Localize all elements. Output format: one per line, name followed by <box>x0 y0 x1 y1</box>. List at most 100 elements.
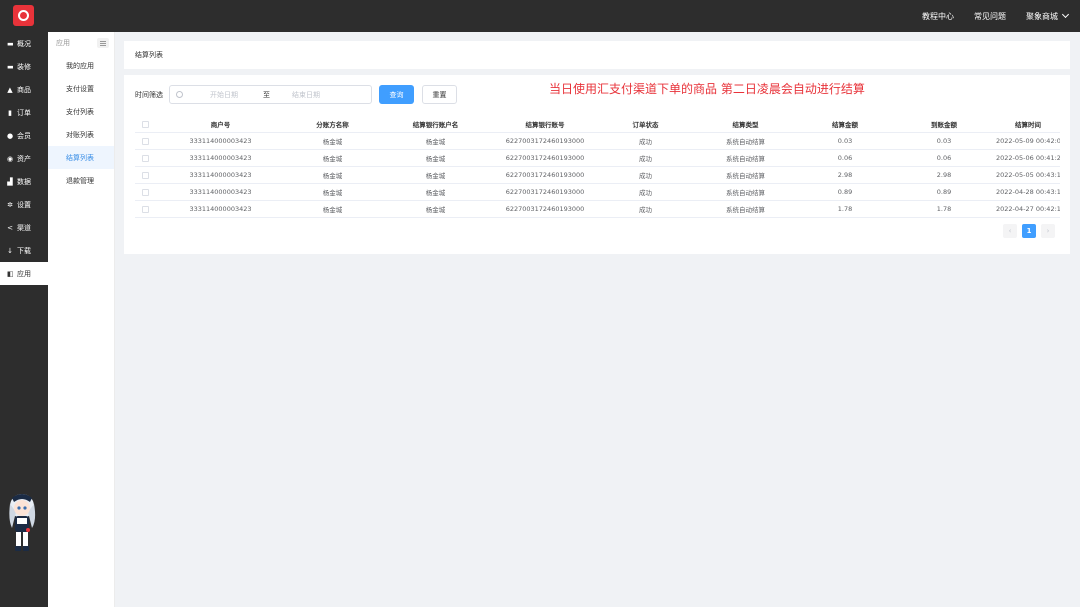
settlement-panel: 时间筛选 开始日期 至 结束日期 查询 重置 当日使用汇支付渠道下单的商品 第二… <box>124 75 1070 254</box>
row-checkbox[interactable] <box>135 154 155 162</box>
pagination: ‹ 1 › <box>1003 224 1055 238</box>
table-cell: 杨金城 <box>425 206 446 214</box>
table-cell: 2.98 <box>837 171 853 179</box>
sidebar-item-label: 订单 <box>17 108 31 117</box>
user-name: 聚象商城 <box>1026 11 1058 21</box>
subnav-item[interactable]: 支付设置 <box>48 77 114 100</box>
page-title: 结算列表 <box>135 51 163 59</box>
sidebar-item-label: 应用 <box>17 269 31 278</box>
user-icon: ● <box>7 131 14 140</box>
subnav-item[interactable]: 我的应用 <box>48 54 114 77</box>
top-links: 教程中心 常见问题 聚象商城 <box>922 0 1070 32</box>
sidebar-item[interactable]: ↓ 下载 <box>0 239 48 262</box>
table-cell: 杨金城 <box>425 155 446 163</box>
next-page-button[interactable]: › <box>1041 224 1055 238</box>
table-cell: 2022-04-28 00:43:15 <box>996 188 1060 196</box>
app-icon: ◧ <box>7 269 14 278</box>
sidebar-item-label: 概况 <box>17 39 31 48</box>
start-date-input[interactable]: 开始日期 <box>209 90 239 100</box>
sub-navigation: 应用 我的应用 支付设置 支付列表 对账列表 结算列表 退款管理 <box>48 32 115 607</box>
menu-collapse-icon[interactable] <box>97 38 109 48</box>
sidebar-item[interactable]: ✲ 设置 <box>0 193 48 216</box>
clock-icon <box>176 91 183 98</box>
table-cell: 333114000003423 <box>189 154 252 162</box>
sidebar-item[interactable]: ▮ 订单 <box>0 101 48 124</box>
reset-button[interactable]: 重置 <box>422 85 457 104</box>
table-cell: 杨金城 <box>425 172 446 180</box>
chevron-down-icon <box>1061 10 1070 19</box>
end-date-input[interactable]: 结束日期 <box>291 90 321 100</box>
sidebar: ▬ 概况 ▬ 装修 ▲ 商品 ▮ 订单 ● 会员 ◉ 资产 ▟ 数据 ✲ 设置 < 渠道 ↓ 下载 ◧ 应用 <box>0 32 48 607</box>
filter-label: 时间筛选 <box>135 90 163 99</box>
sidebar-item[interactable]: ◉ 资产 <box>0 147 48 170</box>
row-checkbox[interactable] <box>135 188 155 196</box>
table-cell: 6227003172460193000 <box>505 154 585 162</box>
table-cell: 成功 <box>639 189 652 197</box>
monitor-icon: ▬ <box>7 62 14 71</box>
prev-page-button[interactable]: ‹ <box>1003 224 1017 238</box>
col-split-party: 分账方名称 <box>316 121 349 129</box>
subnav-item[interactable]: 结算列表 <box>48 146 114 169</box>
table-row[interactable]: 333114000003423 杨金城 杨金城 6227003172460193000… <box>135 150 1060 167</box>
range-separator: 至 <box>263 90 270 99</box>
table-cell: 2022-05-05 00:43:11 <box>996 171 1060 179</box>
user-menu[interactable]: 聚象商城 <box>1026 10 1070 22</box>
select-all-checkbox[interactable] <box>135 120 155 128</box>
query-button[interactable]: 查询 <box>379 85 414 104</box>
sidebar-item[interactable]: ◧ 应用 <box>0 262 48 285</box>
subnav-item[interactable]: 退款管理 <box>48 169 114 192</box>
table-row[interactable]: 333114000003423 杨金城 杨金城 6227003172460193000… <box>135 201 1060 218</box>
table-cell: 杨金城 <box>322 155 343 163</box>
date-filter: 时间筛选 开始日期 至 结束日期 查询 重置 <box>135 85 457 104</box>
bag-icon: ▲ <box>7 85 13 94</box>
table-cell: 成功 <box>639 172 652 180</box>
table-row[interactable]: 333114000003423 杨金城 杨金城 6227003172460193000… <box>135 184 1060 201</box>
row-checkbox[interactable] <box>135 205 155 213</box>
settlement-notice: 当日使用汇支付渠道下单的商品 第二日凌晨会自动进行结算 <box>549 82 865 96</box>
table-row[interactable]: 333114000003423 杨金城 杨金城 6227003172460193000… <box>135 167 1060 184</box>
table-cell: 0.03 <box>936 137 952 145</box>
subnav-title: 应用 <box>56 39 70 47</box>
table-cell: 杨金城 <box>322 172 343 180</box>
brand-logo[interactable] <box>13 5 34 26</box>
date-range-picker[interactable]: 开始日期 至 结束日期 <box>169 85 372 104</box>
col-settle-amount: 结算金额 <box>832 121 858 129</box>
top-bar: 教程中心 常见问题 聚象商城 <box>0 0 1080 32</box>
sidebar-item[interactable]: ▬ 装修 <box>0 55 48 78</box>
sidebar-item[interactable]: ▬ 概况 <box>0 32 48 55</box>
sidebar-item[interactable]: ▲ 商品 <box>0 78 48 101</box>
subnav-item[interactable]: 支付列表 <box>48 100 114 123</box>
subnav-item[interactable]: 对账列表 <box>48 123 114 146</box>
sidebar-item-label: 装修 <box>17 62 31 71</box>
monitor-icon: ▬ <box>7 39 14 48</box>
table-cell: 333114000003423 <box>189 188 252 196</box>
table-cell: 2022-04-27 00:42:13 <box>996 205 1060 213</box>
page-number-button[interactable]: 1 <box>1022 224 1036 238</box>
sidebar-item[interactable]: < 渠道 <box>0 216 48 239</box>
row-checkbox[interactable] <box>135 137 155 145</box>
table-header: 商户号 分账方名称 结算银行账户名 结算银行账号 订单状态 结算类型 结算金额 … <box>135 116 1060 133</box>
table-cell: 6227003172460193000 <box>505 137 585 145</box>
row-checkbox[interactable] <box>135 171 155 179</box>
table-cell: 6227003172460193000 <box>505 171 585 179</box>
tutorial-center-link[interactable]: 教程中心 <box>922 11 954 22</box>
table-cell: 杨金城 <box>425 138 446 146</box>
col-received-amount: 到账金额 <box>931 121 957 129</box>
table-cell: 6227003172460193000 <box>505 205 585 213</box>
table-cell: 杨金城 <box>322 206 343 214</box>
sidebar-item[interactable]: ● 会员 <box>0 124 48 147</box>
table-cell: 6227003172460193000 <box>505 188 585 196</box>
table-cell: 2022-05-06 00:41:24 <box>996 154 1060 162</box>
sidebar-item-label: 商品 <box>17 85 31 94</box>
table-cell: 成功 <box>639 138 652 146</box>
sidebar-item-label: 数据 <box>17 177 31 186</box>
faq-link[interactable]: 常见问题 <box>974 11 1006 22</box>
table-cell: 333114000003423 <box>189 205 252 213</box>
table-cell: 0.06 <box>936 154 952 162</box>
col-settle-type: 结算类型 <box>732 121 759 129</box>
sidebar-item-label: 资产 <box>17 154 31 163</box>
sidebar-item[interactable]: ▟ 数据 <box>0 170 48 193</box>
table-cell: 系统自动结算 <box>726 155 765 163</box>
col-merchant-no: 商户号 <box>210 121 231 129</box>
table-row[interactable]: 333114000003423 杨金城 杨金城 6227003172460193000… <box>135 133 1060 150</box>
